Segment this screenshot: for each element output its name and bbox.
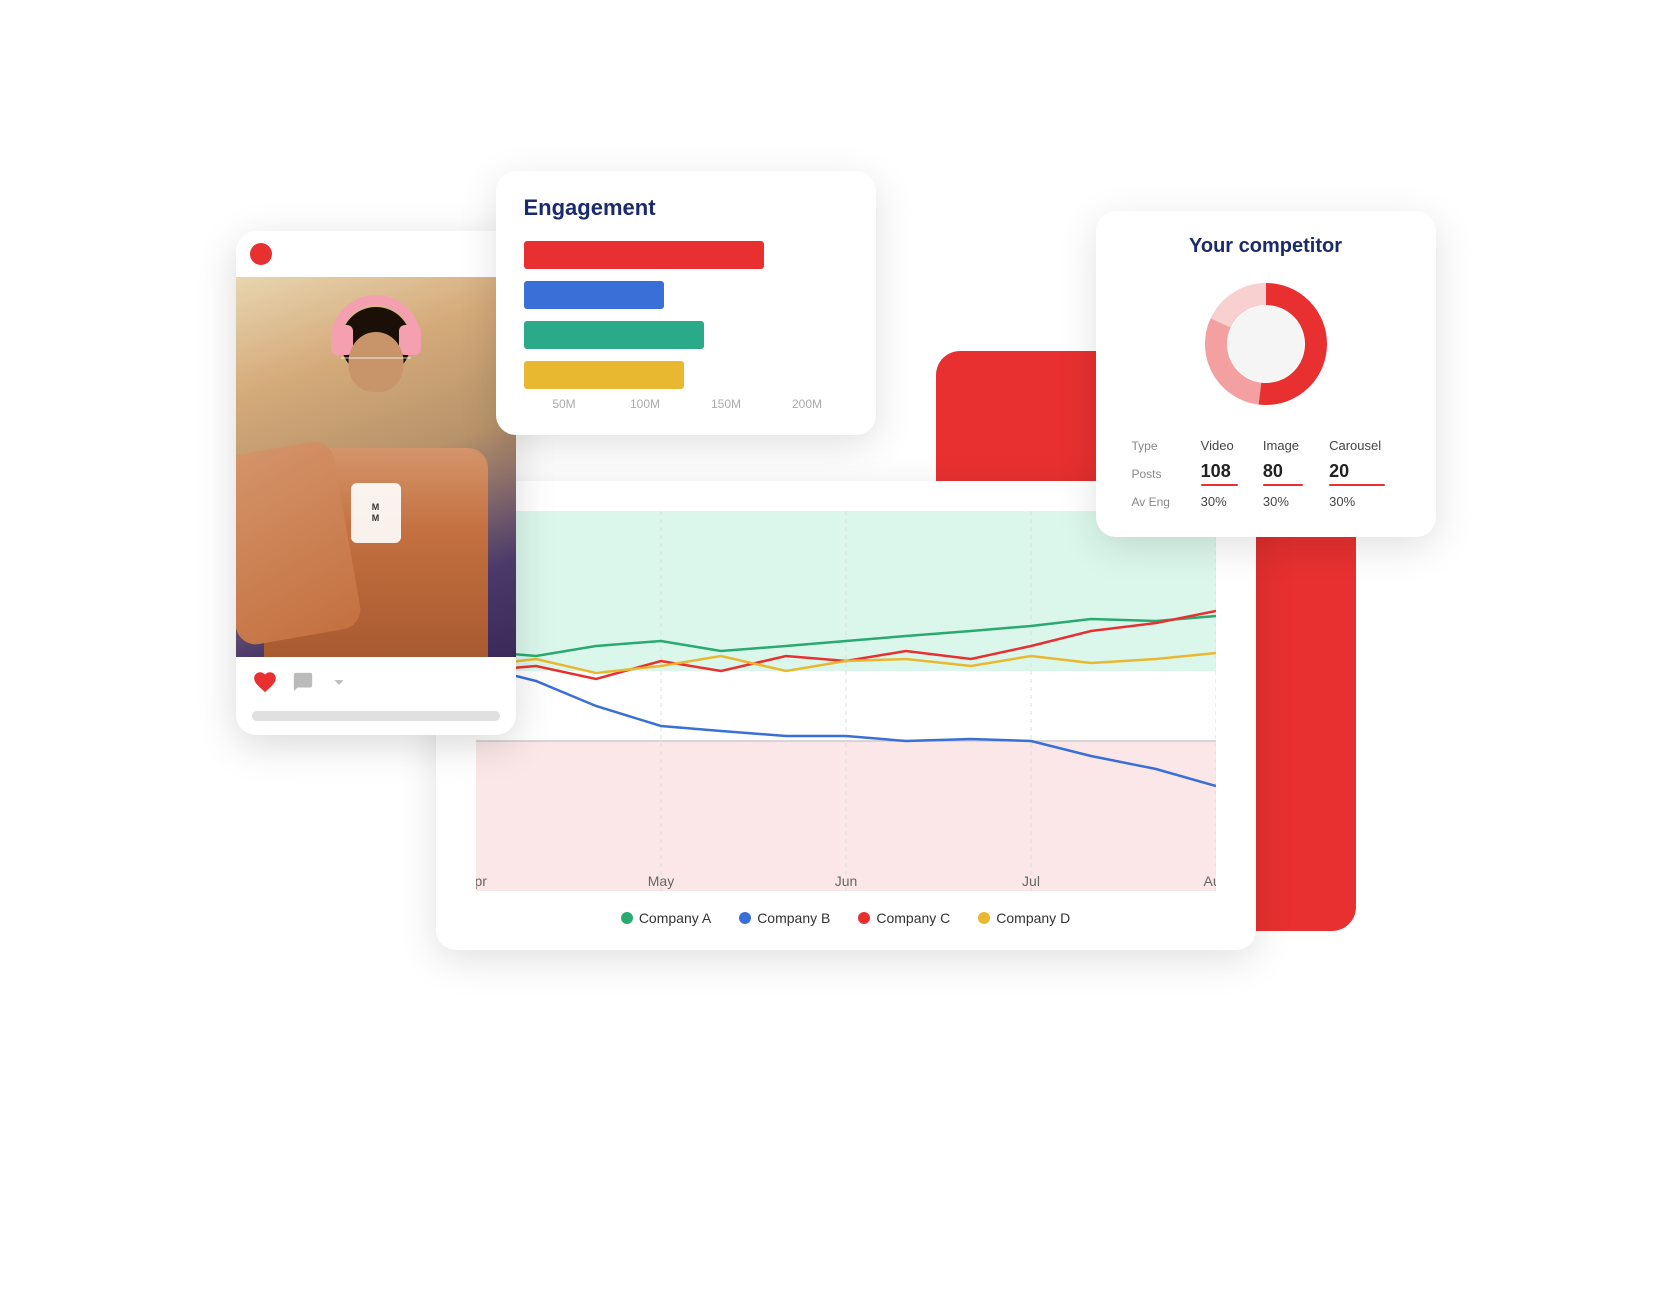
line-chart-card: 100% 50% 50% 100% Apr May Jun Jul Aug Co… xyxy=(436,481,1256,950)
type-label: Type xyxy=(1124,434,1193,457)
axis-200m: 200M xyxy=(767,397,848,411)
heart-icon[interactable] xyxy=(252,669,278,695)
legend-company-b: Company B xyxy=(739,910,830,926)
carousel-aveng: 30% xyxy=(1321,490,1407,513)
video-posts: 108 xyxy=(1193,457,1255,490)
company-a-label: Company A xyxy=(639,910,711,926)
company-d-dot xyxy=(978,912,990,924)
aveng-label: Av Eng xyxy=(1124,490,1193,513)
card-image: MM xyxy=(236,277,516,657)
social-media-card: MM xyxy=(236,231,516,735)
comment-bar xyxy=(252,711,500,721)
legend-company-c: Company C xyxy=(858,910,950,926)
donut-chart-container xyxy=(1124,274,1408,414)
line-chart-svg: 100% 50% 50% 100% Apr May Jun Jul Aug xyxy=(476,511,1216,891)
engagement-title: Engagement xyxy=(524,195,848,221)
image-type: Image xyxy=(1255,434,1321,457)
axis-150m: 150M xyxy=(686,397,767,411)
bar-row-red xyxy=(524,239,848,271)
svg-text:Jun: Jun xyxy=(834,873,857,889)
bar-yellow xyxy=(524,361,684,389)
video-aveng: 30% xyxy=(1193,490,1255,513)
card-actions xyxy=(236,657,516,707)
bar-red xyxy=(524,241,764,269)
image-posts: 80 xyxy=(1255,457,1321,490)
svg-text:Apr: Apr xyxy=(476,873,487,889)
competitor-card: Your competitor Type Video Image xyxy=(1096,211,1436,537)
image-aveng: 30% xyxy=(1255,490,1321,513)
engagement-card: Engagement 50M 100M 150M 200M xyxy=(496,171,876,435)
bar-teal xyxy=(524,321,704,349)
donut-chart xyxy=(1196,274,1336,414)
share-icon[interactable] xyxy=(328,671,350,693)
legend-company-d: Company D xyxy=(978,910,1070,926)
competitor-table: Type Video Image Carousel Posts 108 80 2… xyxy=(1124,434,1408,513)
bar-row-blue xyxy=(524,279,848,311)
chart-legend: Company A Company B Company C Company D xyxy=(476,910,1216,926)
company-c-label: Company C xyxy=(876,910,950,926)
svg-text:May: May xyxy=(647,873,673,889)
posts-label: Posts xyxy=(1124,457,1193,490)
comment-icon[interactable] xyxy=(292,671,314,693)
svg-text:Aug: Aug xyxy=(1203,873,1215,889)
bar-row-teal xyxy=(524,319,848,351)
company-a-dot xyxy=(621,912,633,924)
card-header xyxy=(236,231,516,277)
bar-chart xyxy=(524,239,848,391)
bar-blue xyxy=(524,281,664,309)
competitor-title: Your competitor xyxy=(1124,235,1408,258)
bar-axis: 50M 100M 150M 200M xyxy=(524,397,848,411)
company-b-label: Company B xyxy=(757,910,830,926)
record-indicator xyxy=(250,243,272,265)
axis-100m: 100M xyxy=(605,397,686,411)
axis-50m: 50M xyxy=(524,397,605,411)
legend-company-a: Company A xyxy=(621,910,711,926)
svg-text:Jul: Jul xyxy=(1022,873,1040,889)
video-type: Video xyxy=(1193,434,1255,457)
company-d-label: Company D xyxy=(996,910,1070,926)
carousel-posts: 20 xyxy=(1321,457,1407,490)
bar-row-yellow xyxy=(524,359,848,391)
company-c-dot xyxy=(858,912,870,924)
carousel-type: Carousel xyxy=(1321,434,1407,457)
company-b-dot xyxy=(739,912,751,924)
